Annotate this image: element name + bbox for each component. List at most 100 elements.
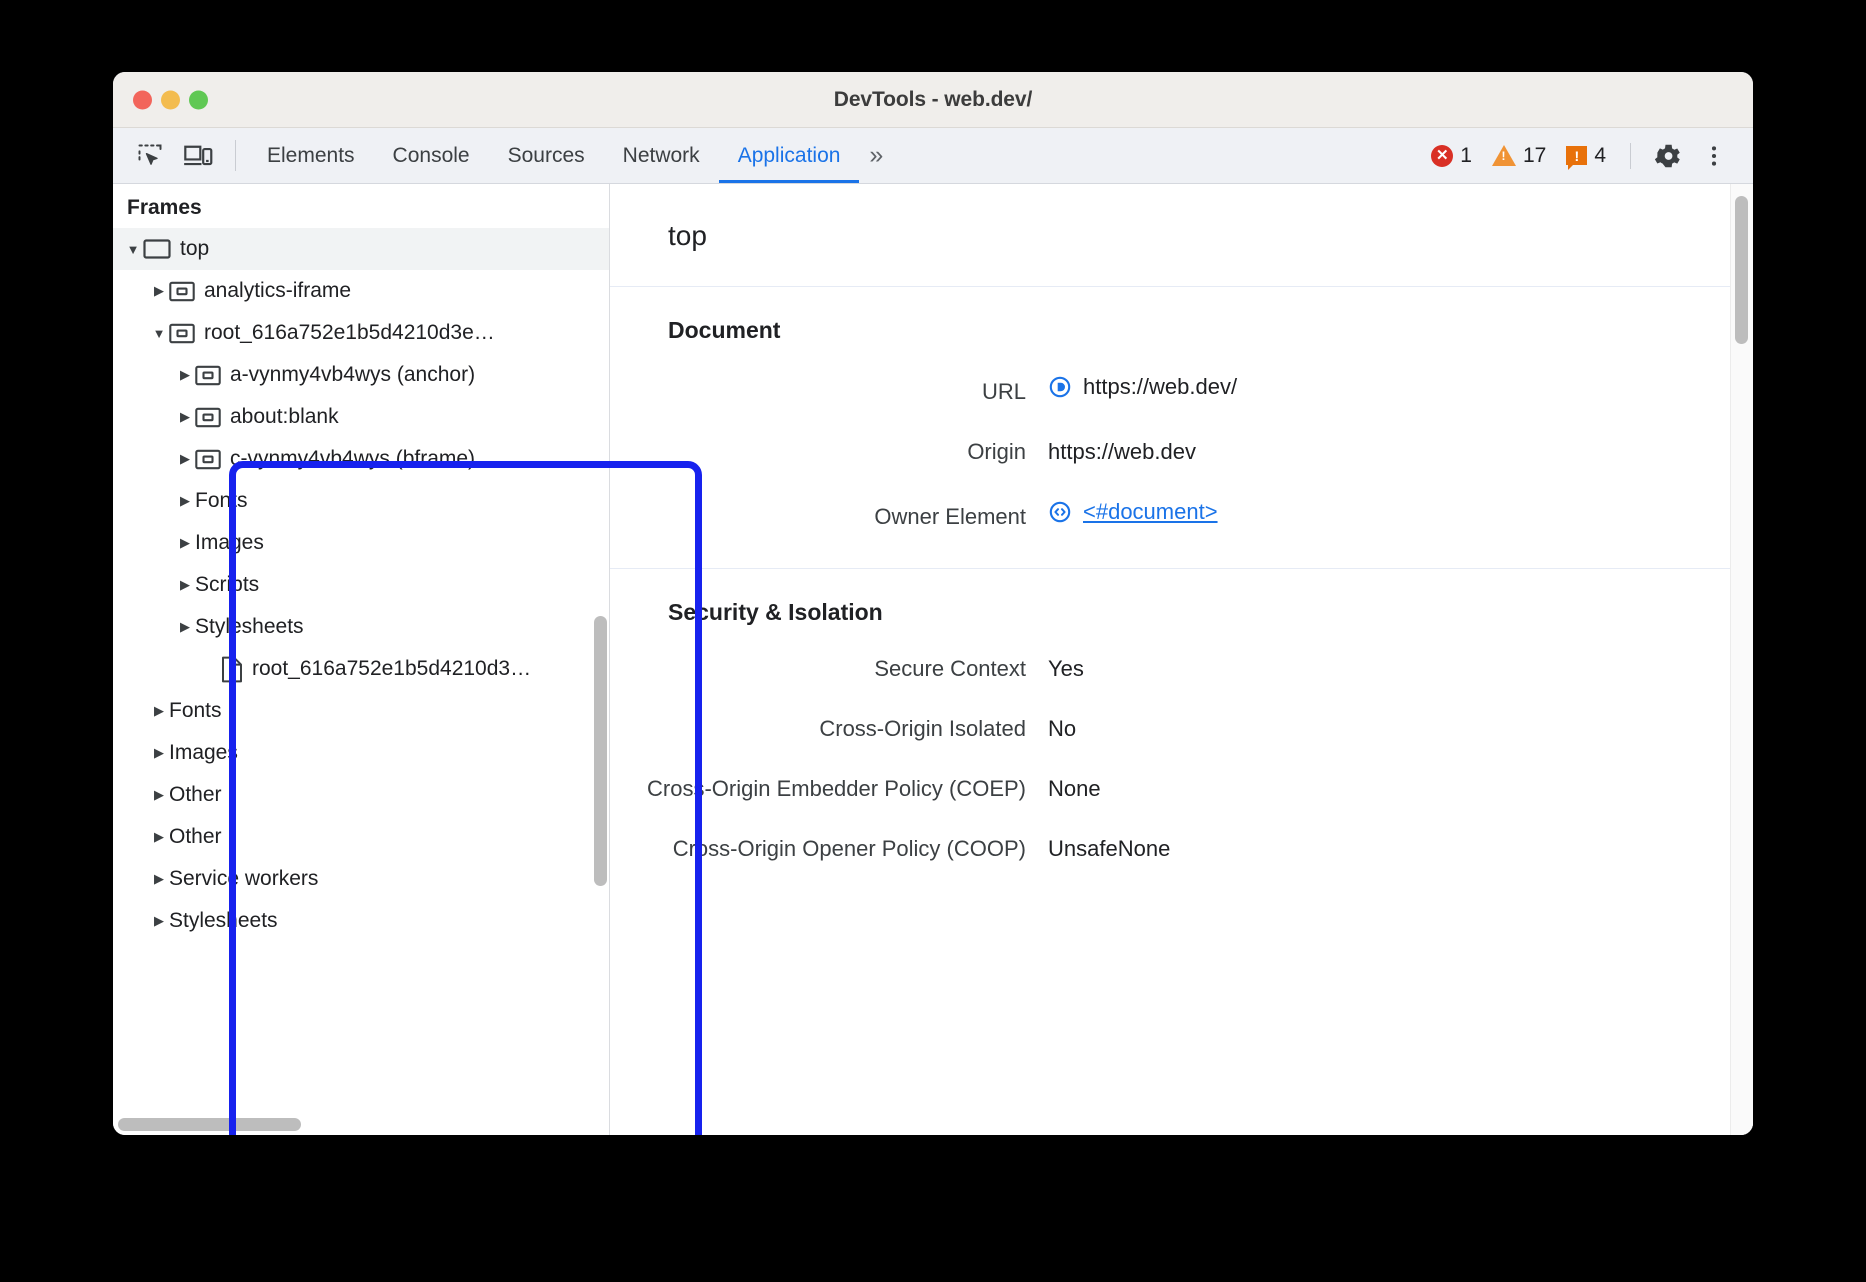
frame-tree-item[interactable]: Stylesheets: [113, 900, 609, 942]
tab-sources[interactable]: Sources: [489, 128, 604, 183]
frame-tree-item[interactable]: root_616a752e1b5d4210d3e…: [113, 312, 609, 354]
frame-tree-item[interactable]: analytics-iframe: [113, 270, 609, 312]
details-section: DocumentURLhttps://web.dev/Originhttps:/…: [610, 287, 1753, 569]
frames-horizontal-scrollbar[interactable]: [118, 1118, 301, 1131]
device-toolbar-icon[interactable]: [177, 135, 219, 177]
frame-tree-item-label: Images: [169, 741, 238, 765]
warning-counter[interactable]: 17: [1484, 144, 1554, 168]
frame-tree-item-label: Stylesheets: [195, 615, 304, 639]
window-titlebar: DevTools - web.dev/: [113, 72, 1753, 128]
details-row-key: Cross-Origin Embedder Policy (COEP): [610, 776, 1048, 802]
close-window-button[interactable]: [133, 90, 152, 109]
chevron-right-icon[interactable]: [175, 577, 195, 593]
frame-tree-item-label: root_616a752e1b5d4210d3…: [252, 657, 531, 681]
chevron-right-icon[interactable]: [149, 787, 169, 803]
issue-counter[interactable]: ! 4: [1558, 144, 1614, 168]
more-options-icon[interactable]: [1693, 135, 1735, 177]
chevron-down-icon[interactable]: [149, 326, 169, 341]
details-row-key: Cross-Origin Opener Policy (COOP): [610, 836, 1048, 862]
toolbar-status-group: ✕ 1 17 ! 4: [1423, 128, 1753, 183]
chevron-right-icon[interactable]: [149, 871, 169, 887]
frame-tree-item[interactable]: Other: [113, 816, 609, 858]
details-row: Cross-Origin Embedder Policy (COEP)None: [610, 776, 1753, 802]
chevron-down-icon[interactable]: [123, 242, 143, 257]
error-counter[interactable]: ✕ 1: [1423, 144, 1480, 168]
frame-tree-item-label: Fonts: [195, 489, 248, 513]
iframe-icon: [169, 323, 195, 344]
chevron-right-icon[interactable]: [175, 451, 195, 467]
frame-tree-item[interactable]: a-vynmy4vb4wys (anchor): [113, 354, 609, 396]
details-row-link[interactable]: <#document>: [1083, 499, 1218, 525]
details-row: URLhttps://web.dev/: [610, 374, 1753, 405]
details-row-value: UnsafeNone: [1048, 836, 1170, 862]
frame-details-sections: DocumentURLhttps://web.dev/Originhttps:/…: [610, 287, 1753, 900]
details-row-value: No: [1048, 716, 1076, 742]
document-icon: [221, 656, 243, 683]
chevron-right-icon[interactable]: [149, 745, 169, 761]
more-tabs-icon[interactable]: »: [859, 128, 895, 183]
chevron-right-icon[interactable]: [149, 829, 169, 845]
frames-pane: Frames topanalytics-iframeroot_616a752e1…: [113, 184, 610, 1135]
frame-tree-item[interactable]: root_616a752e1b5d4210d3…: [113, 648, 609, 690]
details-row-value: https://web.dev/: [1048, 374, 1237, 400]
frame-tree-item[interactable]: Service workers: [113, 858, 609, 900]
chevron-right-icon[interactable]: [175, 619, 195, 635]
tab-elements[interactable]: Elements: [248, 128, 374, 183]
panel-tabs: Elements Console Sources Network Applica…: [248, 128, 895, 183]
frame-tree-item[interactable]: Scripts: [113, 564, 609, 606]
warning-icon: [1492, 145, 1516, 166]
minimize-window-button[interactable]: [161, 90, 180, 109]
chevron-right-icon[interactable]: [149, 913, 169, 929]
frame-tree-item[interactable]: Images: [113, 732, 609, 774]
chevron-right-icon[interactable]: [175, 535, 195, 551]
frames-vertical-scrollbar[interactable]: [594, 616, 607, 886]
chevron-right-icon[interactable]: [149, 283, 169, 299]
chevron-right-icon[interactable]: [149, 703, 169, 719]
frames-tree[interactable]: top analytics-iframe root_616a752e1b5d4210…: [113, 228, 609, 1135]
frame-tree-item-label: analytics-iframe: [204, 279, 351, 303]
frame-tree-item-label: top: [180, 237, 209, 261]
frame-tree-item[interactable]: top: [113, 228, 609, 270]
toolbar-divider-2: [1630, 143, 1631, 169]
frame-top-icon: [143, 238, 171, 260]
iframe-icon: [195, 449, 221, 470]
tab-application[interactable]: Application: [719, 128, 860, 183]
window-traffic-lights[interactable]: [133, 90, 208, 109]
frame-tree-item[interactable]: Other: [113, 774, 609, 816]
zoom-window-button[interactable]: [189, 90, 208, 109]
chevron-right-icon[interactable]: [175, 493, 195, 509]
frame-tree-item-label: Stylesheets: [169, 909, 278, 933]
error-count: 1: [1460, 144, 1472, 168]
tab-console[interactable]: Console: [374, 128, 489, 183]
details-row-value: https://web.dev: [1048, 439, 1196, 465]
frame-tree-item[interactable]: Fonts: [113, 690, 609, 732]
frame-tree-item[interactable]: Images: [113, 522, 609, 564]
screenshot-stage: DevTools - web.dev/: [0, 0, 1866, 1282]
open-in-elements-panel-icon[interactable]: [1048, 500, 1072, 524]
details-row-key: Origin: [610, 439, 1048, 465]
chevron-right-icon[interactable]: [175, 409, 195, 425]
open-in-network-panel-icon[interactable]: [1048, 375, 1072, 399]
details-row-text: https://web.dev: [1048, 439, 1196, 465]
frame-tree-item[interactable]: Fonts: [113, 480, 609, 522]
details-row-text: No: [1048, 716, 1076, 742]
inspect-element-icon[interactable]: [129, 135, 171, 177]
details-row-value[interactable]: <#document>: [1048, 499, 1218, 525]
frame-tree-item-label: Scripts: [195, 573, 259, 597]
warning-count: 17: [1523, 144, 1546, 168]
devtools-body: Frames topanalytics-iframeroot_616a752e1…: [113, 184, 1753, 1135]
error-icon: ✕: [1431, 145, 1453, 167]
details-section-title: Security & Isolation: [610, 599, 1753, 626]
chevron-right-icon[interactable]: [175, 367, 195, 383]
frame-tree-item[interactable]: Stylesheets: [113, 606, 609, 648]
details-vertical-scrollbar[interactable]: [1735, 196, 1748, 344]
frame-tree-item-label: root_616a752e1b5d4210d3e…: [204, 321, 495, 345]
details-row-value: Yes: [1048, 656, 1084, 682]
details-row-text: None: [1048, 776, 1101, 802]
details-row: Cross-Origin IsolatedNo: [610, 716, 1753, 742]
tab-network[interactable]: Network: [604, 128, 719, 183]
frame-tree-item[interactable]: c-vynmy4vb4wys (bframe): [113, 438, 609, 480]
gear-icon[interactable]: [1647, 135, 1689, 177]
issue-count: 4: [1594, 144, 1606, 168]
frame-tree-item[interactable]: about:blank: [113, 396, 609, 438]
